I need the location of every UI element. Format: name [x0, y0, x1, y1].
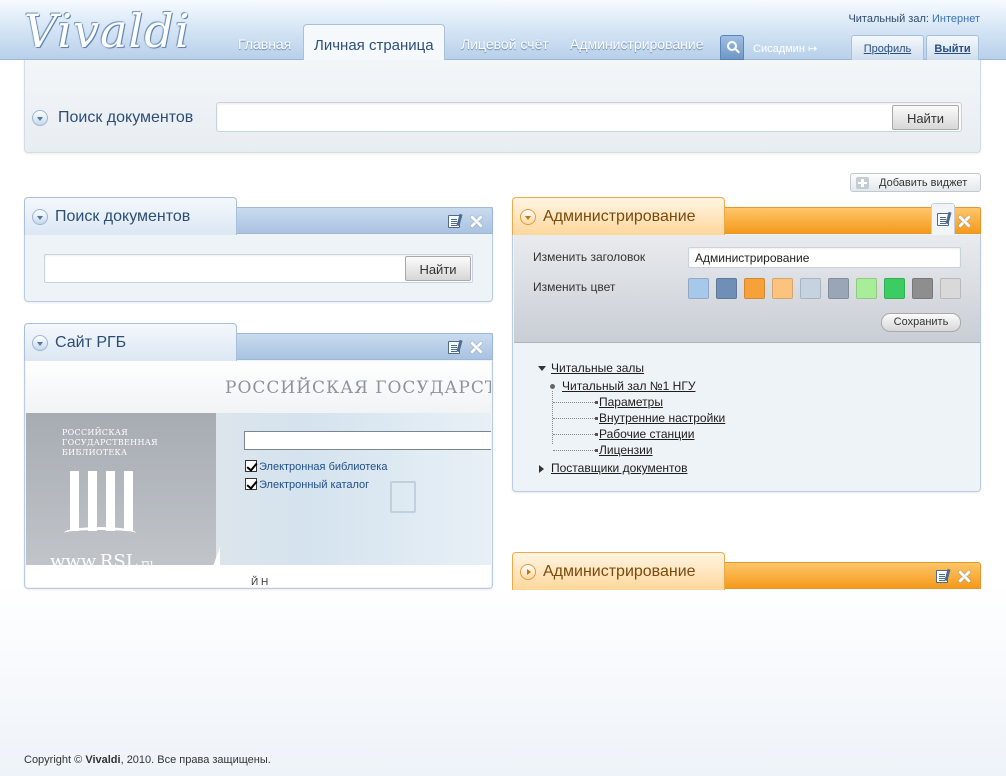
collapse-icon[interactable]	[32, 335, 48, 351]
rsl-site-preview: РОССИЙСКАЯ ГОСУДАРСТВЕН РОССИЙСКАЯ ГОСУД…	[26, 361, 491, 587]
edit-icon[interactable]	[448, 341, 460, 354]
footer: Copyright © Vivaldi, 2010. Все права защ…	[24, 754, 271, 766]
tab-personal-page[interactable]: Личная страница	[303, 24, 445, 61]
tree-item-parameters[interactable]: Параметры	[599, 395, 663, 409]
edit-tab[interactable]	[931, 203, 955, 234]
expand-icon[interactable]	[520, 564, 536, 580]
widget-rgb-tab: Сайт РГБ	[24, 323, 237, 361]
change-color-label: Изменить цвет	[533, 280, 616, 294]
close-icon[interactable]	[958, 215, 971, 228]
widget-admin2-tab: Администрирование	[512, 552, 725, 590]
add-widget-label: Добавить виджет	[879, 177, 968, 189]
widget-admin2-title: Администрирование	[543, 563, 696, 580]
collapse-icon[interactable]	[32, 110, 48, 126]
document-icon	[390, 481, 416, 513]
close-icon[interactable]	[958, 570, 971, 583]
tab-account[interactable]: Лицевой счёт	[461, 36, 549, 52]
edit-icon	[937, 213, 949, 226]
tree-item-reading-rooms[interactable]: Читальные залы	[551, 361, 644, 375]
widget-rgb-title: Сайт РГБ	[55, 334, 127, 351]
logo[interactable]: Vivaldi	[24, 4, 190, 58]
rsl-checkbox-catalog[interactable]: Электронный каталог	[245, 478, 369, 491]
collapse-icon[interactable]	[520, 209, 536, 225]
widget-admin-tab: Администрирование	[512, 197, 725, 235]
color-swatch[interactable]	[800, 278, 821, 299]
widget-search-button[interactable]: Найти	[405, 256, 471, 281]
top-search-button[interactable]: Найти	[892, 105, 959, 130]
top-search-panel: Поиск документов Найти	[24, 60, 981, 153]
close-icon[interactable]	[470, 215, 483, 228]
tree-item-workstations[interactable]: Рабочие станции	[599, 427, 694, 441]
logout-button[interactable]: Выйти	[926, 35, 979, 60]
reading-room-label: Читальный зал:	[848, 13, 929, 25]
color-swatch[interactable]	[688, 278, 709, 299]
widget-admin-collapsed: Администрирование	[512, 552, 981, 590]
color-swatch[interactable]	[912, 278, 933, 299]
tab-administration[interactable]: Администрирование	[570, 36, 704, 52]
rsl-logo-text: РОССИЙСКАЯ ГОСУДАРСТВЕННАЯ БИБЛИОТЕКА	[62, 428, 158, 457]
rsl-logo[interactable]: РОССИЙСКАЯ ГОСУДАРСТВЕННАЯ БИБЛИОТЕКА ww…	[26, 413, 216, 587]
checkbox-checked-icon	[245, 460, 257, 472]
save-button[interactable]: Сохранить	[881, 313, 961, 332]
edit-icon[interactable]	[448, 215, 460, 228]
tree-item-document-providers[interactable]: Поставщики документов	[551, 461, 687, 475]
color-swatch[interactable]	[856, 278, 877, 299]
profile-button[interactable]: Профиль	[851, 35, 924, 60]
color-swatch[interactable]	[744, 278, 765, 299]
color-swatch[interactable]	[772, 278, 793, 299]
userbar: Сисадмин ↦ Профиль Выйти	[720, 35, 980, 65]
user-arrow-icon: ↦	[807, 43, 818, 55]
bullet-icon	[550, 384, 555, 389]
user-name[interactable]: Сисадмин ↦	[753, 42, 817, 55]
rsl-search-input[interactable]	[244, 431, 491, 450]
rsl-checkbox-library[interactable]: Электронная библиотека	[245, 460, 387, 473]
add-widget-button[interactable]: Добавить виджет	[850, 173, 981, 192]
rsl-cut-text: Й Н	[251, 577, 269, 587]
color-swatch[interactable]	[884, 278, 905, 299]
top-search-title: Поиск документов	[58, 109, 194, 126]
rsl-site-title: РОССИЙСКАЯ ГОСУДАРСТВЕН	[225, 378, 491, 398]
widget-admin-title: Администрирование	[543, 208, 696, 225]
tree-item-reading-room-1[interactable]: Читальный зал №1 НГУ	[562, 379, 695, 393]
change-title-input[interactable]	[688, 247, 961, 268]
edit-icon[interactable]	[936, 570, 948, 583]
tree-item-licenses[interactable]: Лицензии	[599, 443, 653, 457]
widget-rgb-site: Сайт РГБ РОССИЙСКАЯ ГОСУДАРСТВЕН РОССИЙС…	[24, 323, 493, 589]
header: Vivaldi Читальный зал: Интернет Главная …	[0, 0, 1006, 65]
change-title-label: Изменить заголовок	[533, 250, 646, 264]
book-icon	[64, 527, 136, 539]
widget-search: Поиск документов Найти	[24, 197, 493, 302]
color-swatch[interactable]	[940, 278, 961, 299]
widget-search-title: Поиск документов	[55, 208, 191, 225]
expanded-icon[interactable]	[538, 366, 546, 371]
color-swatch[interactable]	[716, 278, 737, 299]
footer-brand: Vivaldi	[85, 754, 121, 766]
tree-item-internal-settings[interactable]: Внутренние настройки	[599, 411, 725, 425]
close-icon[interactable]	[470, 341, 483, 354]
search-toggle-button[interactable]	[720, 35, 744, 65]
widget-admin: Администрирование Изменить заголовок Изм…	[512, 197, 981, 492]
reading-room-value[interactable]: Интернет	[932, 13, 980, 25]
collapsed-icon[interactable]	[539, 465, 544, 473]
collapse-icon[interactable]	[32, 209, 48, 225]
color-swatch[interactable]	[828, 278, 849, 299]
widget-search-tab: Поиск документов	[24, 197, 237, 235]
plus-icon	[856, 177, 869, 189]
checkbox-checked-icon	[245, 478, 257, 490]
admin-settings-panel: Изменить заголовок Изменить цвет Сохрани…	[514, 235, 980, 343]
reading-room-info: Читальный зал: Интернет	[848, 13, 980, 25]
top-search-input[interactable]	[216, 102, 962, 132]
tab-home[interactable]: Главная	[238, 36, 291, 52]
